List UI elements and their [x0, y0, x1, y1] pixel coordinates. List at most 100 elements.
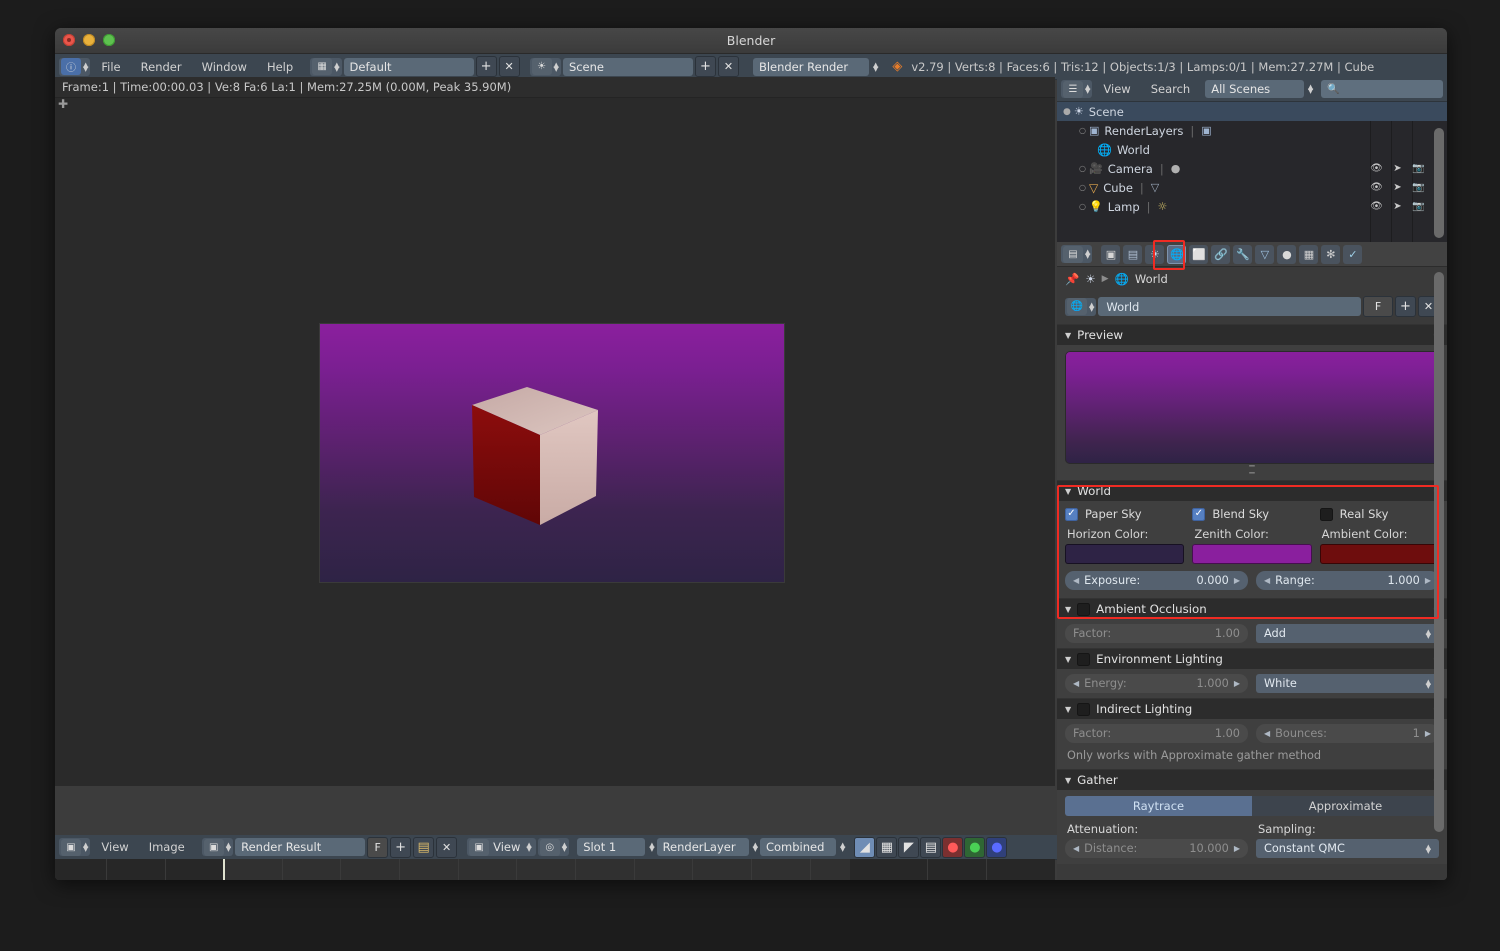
gather-raytrace-button[interactable]: Raytrace: [1065, 796, 1252, 816]
tab-material[interactable]: ●: [1277, 244, 1297, 264]
restrict-render-icon[interactable]: 📷: [1408, 178, 1429, 197]
restrict-render-icon[interactable]: 📷: [1408, 159, 1429, 178]
render-layer-selector[interactable]: RenderLayer: [656, 838, 749, 856]
minimize-window-button[interactable]: [83, 34, 95, 46]
env-energy-field[interactable]: ◀ Energy: 1.000 ▶: [1065, 674, 1248, 693]
outliner-row-camera[interactable]: ○ 🎥 Camera | ● 👁 ➤ 📷: [1057, 159, 1447, 178]
restrict-select-icon[interactable]: ➤: [1387, 178, 1408, 197]
image-browse-button[interactable]: ▣ ▲ ▼: [201, 838, 234, 856]
panel-header-gather[interactable]: ▼ Gather ━: [1057, 769, 1447, 790]
editor-type-outliner-button[interactable]: ☰ ▲ ▼: [1061, 80, 1093, 98]
increment-icon[interactable]: ▶: [1425, 576, 1431, 585]
ambient-color-swatch[interactable]: [1319, 544, 1439, 564]
restrict-view-icon[interactable]: 👁: [1366, 178, 1387, 197]
area-split-handle[interactable]: ✚: [57, 98, 69, 110]
menu-file[interactable]: File: [92, 58, 129, 76]
zdepth-icon[interactable]: ◤: [898, 836, 920, 858]
pin-icon[interactable]: 📌: [1065, 272, 1079, 286]
camera-data-icon[interactable]: ●: [1171, 162, 1181, 175]
tab-modifiers[interactable]: 🔧: [1233, 244, 1253, 264]
increment-icon[interactable]: ▶: [1234, 844, 1240, 853]
image-pivot-selector[interactable]: ◎ ▲ ▼: [537, 838, 570, 856]
add-scene-button[interactable]: +: [694, 56, 716, 77]
delete-screen-layout-button[interactable]: ✕: [498, 56, 520, 77]
decrement-icon[interactable]: ◀: [1264, 576, 1270, 585]
timeline-playhead[interactable]: [223, 859, 225, 880]
ambient-occlusion-checkbox[interactable]: [1077, 602, 1091, 616]
scene-selector[interactable]: ☀ ▲ ▼: [529, 57, 561, 76]
panel-header-environment-lighting[interactable]: ▼ Environment Lighting ━: [1057, 648, 1447, 669]
gather-approximate-button[interactable]: Approximate: [1252, 796, 1439, 816]
restrict-select-icon[interactable]: ➤: [1387, 197, 1408, 216]
indirect-lighting-checkbox[interactable]: [1077, 702, 1091, 716]
lamp-data-icon[interactable]: ☼: [1158, 200, 1168, 213]
color-and-alpha-icon[interactable]: ◢: [854, 836, 876, 858]
outliner-row-scene[interactable]: ● ☀ Scene: [1057, 102, 1447, 121]
close-window-button[interactable]: [63, 34, 75, 46]
increment-icon[interactable]: ▶: [1425, 729, 1431, 738]
fake-user-button[interactable]: F: [367, 836, 389, 858]
panel-header-indirect-lighting[interactable]: ▼ Indirect Lighting ━: [1057, 698, 1447, 719]
increment-icon[interactable]: ▶: [1234, 679, 1240, 688]
indirect-factor-field[interactable]: Factor: 1.00: [1065, 724, 1248, 743]
environment-lighting-checkbox[interactable]: [1077, 652, 1091, 666]
increment-icon[interactable]: ▶: [1234, 576, 1240, 585]
tab-particles[interactable]: ✻: [1321, 244, 1341, 264]
new-world-button[interactable]: +: [1395, 296, 1416, 317]
open-image-button[interactable]: ▤: [413, 836, 435, 858]
gather-sampling-select[interactable]: Constant QMC ▲ ▼: [1256, 839, 1439, 858]
blend-sky-checkbox[interactable]: [1192, 507, 1206, 521]
mesh-data-icon[interactable]: ▽: [1151, 181, 1159, 194]
restrict-view-icon[interactable]: 👁: [1366, 197, 1387, 216]
zenith-color-swatch[interactable]: [1192, 544, 1312, 564]
decrement-icon[interactable]: ◀: [1073, 576, 1079, 585]
add-screen-layout-button[interactable]: +: [475, 56, 497, 77]
image-menu-image[interactable]: Image: [140, 838, 194, 856]
indirect-bounces-field[interactable]: ◀ Bounces: 1 ▶: [1256, 724, 1439, 743]
maximize-window-button[interactable]: [103, 34, 115, 46]
gather-distance-field[interactable]: ◀ Distance: 10.000 ▶: [1065, 839, 1248, 858]
render-engine-selector[interactable]: Blender Render: [752, 57, 869, 76]
real-sky-checkbox[interactable]: [1319, 507, 1333, 521]
tab-render-layers[interactable]: ▤: [1123, 244, 1143, 264]
editor-type-info-button[interactable]: ⓘ ▲ ▼: [59, 57, 91, 76]
scene-name-field[interactable]: Scene: [562, 57, 693, 76]
decrement-icon[interactable]: ◀: [1264, 729, 1270, 738]
horizon-color-swatch[interactable]: [1065, 544, 1185, 564]
renderlayers-data-icon[interactable]: ▣: [1201, 124, 1211, 137]
world-name-field[interactable]: World: [1098, 297, 1361, 316]
panel-header-world[interactable]: ▼ World ━: [1057, 480, 1447, 501]
paper-sky-checkbox[interactable]: [1065, 507, 1078, 521]
tab-object[interactable]: ⬜: [1189, 244, 1209, 264]
restrict-select-icon[interactable]: ➤: [1387, 159, 1408, 178]
tab-scene[interactable]: ☀: [1145, 244, 1165, 264]
panel-resize-grip[interactable]: ━ ━: [1065, 463, 1439, 479]
exposure-field[interactable]: ◀ Exposure: 0.000 ▶: [1065, 571, 1248, 590]
outliner-visibility-columns[interactable]: 👁 ➤ 📷: [1366, 159, 1429, 178]
expand-icon[interactable]: ○: [1079, 126, 1086, 135]
collapse-icon[interactable]: ●: [1063, 107, 1071, 117]
expand-icon[interactable]: ○: [1079, 164, 1086, 173]
outliner-display-mode[interactable]: All Scenes: [1205, 80, 1304, 98]
red-channel[interactable]: ●: [942, 836, 964, 858]
delete-scene-button[interactable]: ✕: [717, 56, 739, 77]
render-icon[interactable]: ▤: [920, 836, 942, 858]
menu-window[interactable]: Window: [193, 58, 256, 76]
image-menu-view[interactable]: View: [92, 838, 137, 856]
render-slot-selector[interactable]: Slot 1: [577, 838, 646, 856]
window-controls[interactable]: [63, 34, 115, 46]
outliner-row-world[interactable]: 🌐 World: [1057, 140, 1447, 159]
blue-channel[interactable]: ●: [986, 836, 1008, 858]
timeline-track[interactable]: [55, 859, 1055, 880]
editor-type-properties-button[interactable]: ▤ ▲ ▼: [1061, 245, 1093, 263]
expand-icon[interactable]: ○: [1079, 183, 1086, 192]
screen-layout-name[interactable]: Default: [343, 57, 474, 76]
green-channel[interactable]: ●: [964, 836, 986, 858]
expand-icon[interactable]: ○: [1079, 202, 1086, 211]
outliner-row-renderlayers[interactable]: ○ ▣ RenderLayers | ▣: [1057, 121, 1447, 140]
gather-method-toggle[interactable]: Raytrace Approximate: [1065, 796, 1439, 816]
render-pass-selector[interactable]: Combined: [759, 838, 836, 856]
decrement-icon[interactable]: ◀: [1073, 679, 1079, 688]
ao-blend-mode-select[interactable]: Add ▲ ▼: [1256, 624, 1439, 643]
ao-factor-field[interactable]: Factor: 1.00: [1065, 624, 1248, 643]
